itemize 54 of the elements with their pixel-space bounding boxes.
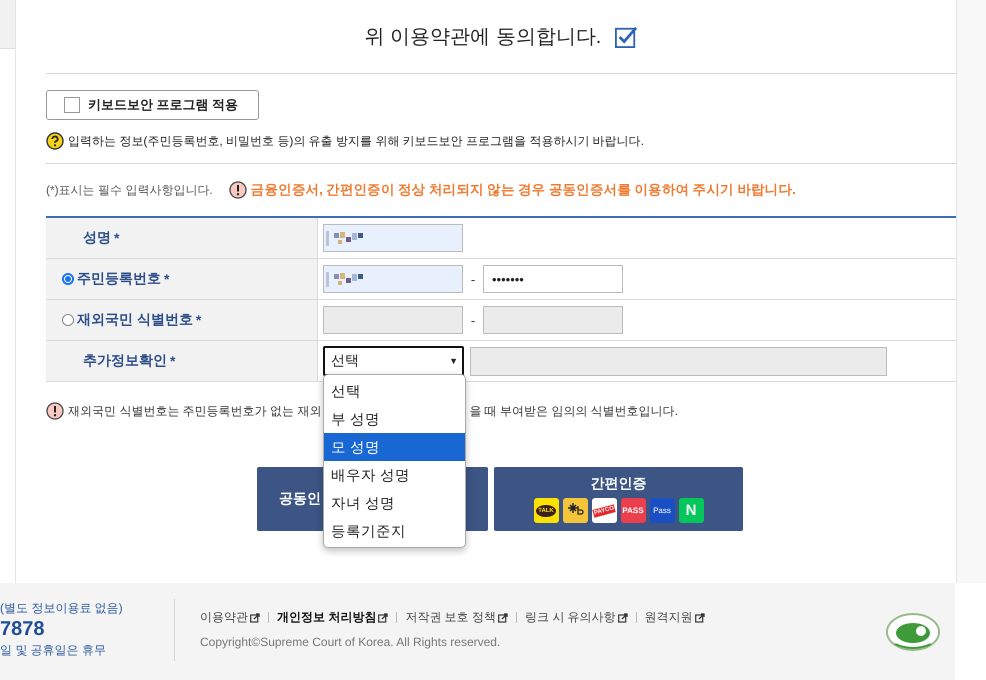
dropdown-option[interactable]: 자녀 성명: [324, 489, 465, 517]
footer-link[interactable]: 원격지원: [644, 609, 705, 626]
footer-link[interactable]: 이용약관: [200, 609, 260, 626]
input-field[interactable]: [323, 265, 463, 293]
field-label: 주민등록번호: [77, 270, 161, 288]
external-link-icon: [498, 612, 508, 622]
footer-link[interactable]: 링크 시 유의사항: [525, 609, 628, 626]
external-link-icon: [250, 612, 260, 622]
dropdown-option[interactable]: 부 성명: [324, 405, 465, 433]
naver-badge: N: [678, 498, 704, 523]
checkbox[interactable]: [64, 97, 80, 113]
separator: -: [470, 312, 476, 328]
warning-icon: [228, 181, 247, 199]
dropdown-option[interactable]: 선택: [324, 377, 465, 405]
footer-link[interactable]: 저작권 보호 정책: [405, 609, 508, 626]
contact-text: (별도 정보이용료 없음): [0, 600, 124, 617]
pass-badge: PASS: [620, 498, 646, 523]
warning-text: 금융인증서, 간편인증이 정상 처리되지 않는 경우 공동인증서를 이용하여 주시기 바랍니다.: [250, 181, 796, 199]
field-label: 추가정보확인: [83, 352, 167, 370]
notice-text: 재외국민 식별번호는 주민등록번호가 없는 재외: [68, 402, 322, 420]
required-mark: *: [170, 353, 176, 369]
caret-icon: ▼: [449, 356, 458, 366]
external-link-icon: [378, 612, 388, 622]
notice-text: 을 때 부여받은 임의의 식별번호입니다.: [469, 402, 678, 420]
footer-link[interactable]: 개인정보 처리방침: [277, 609, 388, 626]
radio-button[interactable]: [62, 273, 74, 285]
dropdown-option[interactable]: 배우자 성명: [324, 461, 465, 489]
field-label: 성명: [83, 229, 111, 247]
separator: -: [470, 272, 476, 286]
warning-icon: [46, 402, 64, 420]
copyright-text: Copyright©Supreme Court of Korea. All Rights reserved.: [200, 635, 502, 649]
help-icon: [46, 132, 64, 150]
contact-text: 일 및 공휴일은 휴무: [0, 642, 108, 659]
required-mark: *: [114, 230, 120, 246]
field-label: 재외국민 식별번호: [77, 311, 193, 329]
external-link-icon: [618, 612, 628, 622]
required-mark: *: [164, 271, 170, 287]
required-note: (*)표시는 필수 입력사항입니다.: [46, 182, 213, 198]
help-text: 입력하는 정보(주민등록번호, 비밀번호 등)의 유출 방지를 위해 키보드보안 프로그램을 적용하시기 바랍니다.: [68, 132, 644, 150]
input-field[interactable]: [470, 346, 887, 376]
dropdown-option[interactable]: 등록기준지: [324, 517, 465, 545]
pass-badge: Pass: [650, 498, 674, 523]
password-field[interactable]: •••••••: [483, 265, 623, 293]
required-mark: *: [196, 312, 202, 328]
name-field[interactable]: [323, 224, 463, 252]
phone-number: 7878: [0, 617, 46, 641]
star-badge-icon: [562, 498, 588, 523]
agreement-text: 위 이용약관에 동의합니다.: [364, 25, 602, 50]
agreement-checkbox[interactable]: [615, 26, 638, 48]
input-field[interactable]: [483, 306, 623, 334]
keyboard-security-button[interactable]: 키보드보안 프로그램 적용: [46, 90, 259, 120]
dropdown-option[interactable]: 모 성명: [324, 433, 465, 461]
select-field[interactable]: 선택 ▼: [323, 346, 464, 376]
external-link-icon: [694, 612, 705, 622]
